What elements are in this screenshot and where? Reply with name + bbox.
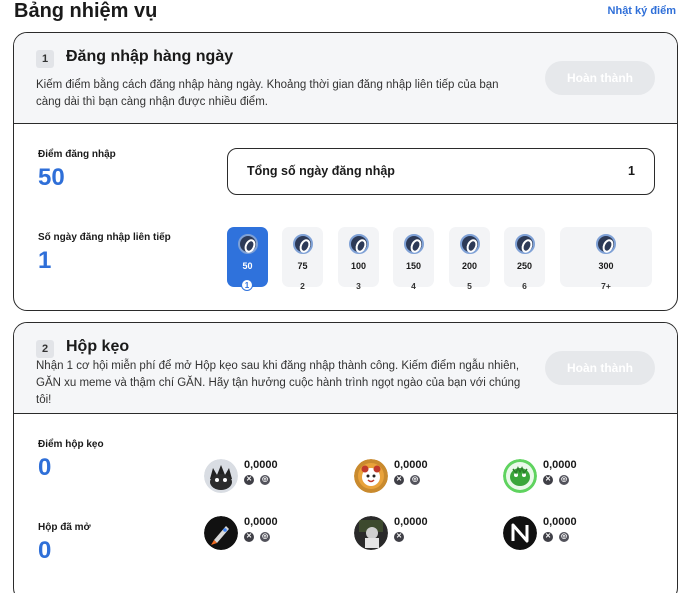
reward-item: 0,0000 ✕ ◎ xyxy=(204,516,344,552)
coin-icon xyxy=(403,234,424,254)
complete-button[interactable]: Hoàn thành xyxy=(545,351,655,385)
reward-item: 0,0000 ✕ xyxy=(354,516,494,552)
day-points: 250 xyxy=(516,261,533,271)
day-tile: 300 xyxy=(560,227,652,287)
candy-box-header: 2 Hộp kẹo Nhận 1 cơ hội miễn phí để mở H… xyxy=(14,323,677,414)
green-dragon-icon xyxy=(503,459,537,493)
day-points: 300 xyxy=(598,261,614,271)
day-number: 2 xyxy=(300,281,305,291)
points-log-link[interactable]: Nhật ký điểm xyxy=(608,5,676,17)
reward-value: 0,0000 xyxy=(244,459,278,471)
x-icon: ✕ xyxy=(244,532,254,542)
reward-item: 0,0000 ✕ ◎ xyxy=(354,459,494,495)
login-points-value: 50 xyxy=(38,164,65,191)
candy-points-label: Điểm hộp kẹo xyxy=(38,439,104,450)
day-tile: 100 xyxy=(338,227,379,287)
reward-value: 0,0000 xyxy=(394,459,428,471)
day-points: 50 xyxy=(242,261,253,271)
reward-item: 0,0000 ✕ ◎ xyxy=(204,459,344,495)
day-points: 200 xyxy=(461,261,478,271)
reward-value: 0,0000 xyxy=(244,516,278,528)
day-number: 7+ xyxy=(601,281,611,291)
coin-icon xyxy=(514,234,535,254)
task-number: 2 xyxy=(36,340,54,358)
page-title: Bảng nhiệm vụ xyxy=(14,0,158,22)
task-title: Hộp kẹo xyxy=(66,338,130,355)
total-login-days-label: Tổng số ngày đăng nhập xyxy=(247,164,395,178)
task-number: 1 xyxy=(36,50,54,68)
coin-icon xyxy=(596,234,616,254)
token-icon: ◎ xyxy=(559,475,569,485)
day-number: 6 xyxy=(522,281,527,291)
character-photo-icon xyxy=(354,516,388,550)
reward-item: 0,0000 ✕ ◎ xyxy=(503,459,643,495)
day-points: 75 xyxy=(297,261,308,271)
day-tile: 50 xyxy=(227,227,268,287)
x-icon: ✕ xyxy=(394,475,404,485)
day-points: 100 xyxy=(350,261,367,271)
login-points-label: Điểm đăng nhập xyxy=(38,149,116,160)
spiky-creature-icon xyxy=(204,459,238,493)
reward-item: 0,0000 ✕ ◎ xyxy=(503,516,643,552)
daily-login-header: 1 Đăng nhập hàng ngày Kiếm điểm bằng các… xyxy=(14,33,677,124)
x-icon: ✕ xyxy=(394,532,404,542)
coin-icon xyxy=(292,234,313,254)
x-icon: ✕ xyxy=(543,532,553,542)
coin-icon xyxy=(348,234,369,254)
candy-points-value: 0 xyxy=(38,454,52,481)
token-icon: ◎ xyxy=(260,475,270,485)
coin-icon xyxy=(237,234,258,254)
x-icon: ✕ xyxy=(244,475,254,485)
day-points: 150 xyxy=(405,261,422,271)
x-icon: ✕ xyxy=(543,475,553,485)
day-tile: 75 xyxy=(282,227,323,287)
token-icon: ◎ xyxy=(559,532,569,542)
total-login-days-box: Tổng số ngày đăng nhập 1 xyxy=(227,148,655,195)
candy-box-card: 2 Hộp kẹo Nhận 1 cơ hội miễn phí để mở H… xyxy=(13,322,678,593)
boxes-opened-value: 0 xyxy=(38,537,52,564)
day-tile: 150 xyxy=(393,227,434,287)
day-tile: 250 xyxy=(504,227,545,287)
daily-login-card: 1 Đăng nhập hàng ngày Kiếm điểm bằng các… xyxy=(13,32,678,311)
boxes-opened-label: Hộp đã mở xyxy=(38,522,91,533)
day-number: 5 xyxy=(467,281,472,291)
reward-value: 0,0000 xyxy=(394,516,428,528)
complete-button[interactable]: Hoàn thành xyxy=(545,61,655,95)
day-number: 3 xyxy=(356,281,361,291)
token-icon: ◎ xyxy=(260,532,270,542)
task-description: Kiếm điểm bằng cách đăng nhập hàng ngày.… xyxy=(36,79,499,108)
streak-label: Số ngày đăng nhập liên tiếp xyxy=(38,232,171,243)
task-title: Đăng nhập hàng ngày xyxy=(66,48,234,65)
day-tile: 200 xyxy=(449,227,490,287)
coin-icon xyxy=(459,234,480,254)
streak-value: 1 xyxy=(38,247,52,274)
near-logo-icon xyxy=(503,516,537,550)
total-login-days-value: 1 xyxy=(628,164,635,178)
day-number: 4 xyxy=(411,281,416,291)
reward-value: 0,0000 xyxy=(543,516,577,528)
rocket-icon xyxy=(204,516,238,550)
token-icon: ◎ xyxy=(410,475,420,485)
current-day-badge: 1 xyxy=(241,279,253,291)
task-description: Nhận 1 cơ hội miễn phí để mở Hộp kẹo sau… xyxy=(36,360,521,406)
panda-icon xyxy=(354,459,388,493)
reward-value: 0,0000 xyxy=(543,459,577,471)
